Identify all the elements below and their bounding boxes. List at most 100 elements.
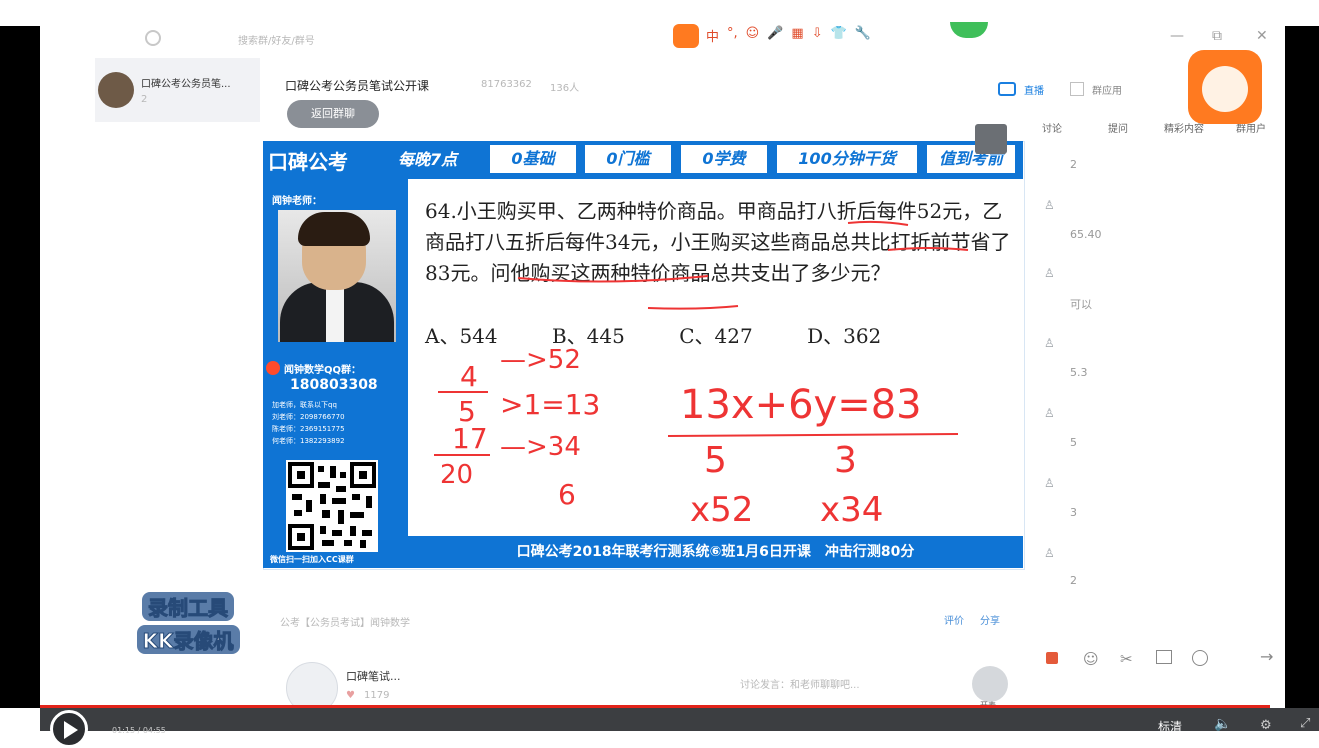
- group-app-icon: [1070, 82, 1084, 96]
- channel-name: 口碑笔试...: [346, 670, 401, 683]
- volume-icon[interactable]: 🔈: [1214, 716, 1231, 732]
- emoji-icon[interactable]: ☺: [746, 26, 760, 45]
- player-controls: [40, 708, 1319, 731]
- watermark-line: KK录像机: [136, 625, 240, 654]
- slide-tag: 0学费: [681, 145, 767, 173]
- letterbox-top: [0, 0, 1319, 26]
- punctuation-icon[interactable]: °,: [727, 26, 738, 45]
- ink-x-value: 5: [704, 440, 727, 481]
- contact-list: 加老师，联系以下qq 刘老师：2098766770 陈老师：2369151775…: [272, 399, 345, 447]
- ink-y-mult: x34: [820, 490, 884, 530]
- shirt-icon[interactable]: 👕: [831, 26, 847, 45]
- chat-message: 3: [1070, 506, 1077, 519]
- user-avatar-icon: ♙: [1044, 198, 1055, 212]
- group-members: 136人: [550, 83, 580, 94]
- download-icon[interactable]: ⇩: [812, 26, 823, 45]
- ink-equation: 13x+6y=83: [680, 382, 922, 428]
- tab-group-apps[interactable]: 群应用: [1092, 82, 1122, 97]
- teacher-label: 闻钟老师：: [272, 196, 322, 207]
- user-avatar-icon: ♙: [1044, 336, 1055, 350]
- slide-tag: 100分钟干货: [777, 145, 917, 173]
- send-arrow-icon[interactable]: →: [1260, 647, 1273, 666]
- slide-brand: 口碑公考: [268, 150, 348, 174]
- mic-button[interactable]: [972, 666, 1008, 702]
- qr-code: [286, 460, 378, 552]
- group-title: 口碑公考公务员笔试公开课: [285, 79, 430, 93]
- group-id: 81763362: [481, 79, 532, 90]
- subtab-discussion[interactable]: 讨论: [1042, 120, 1062, 135]
- ink-f1-num: 4: [460, 360, 478, 393]
- ink-x-mult: x52: [690, 490, 754, 530]
- teacher-photo-shirt: [326, 286, 344, 342]
- fullscreen-icon[interactable]: ⤢: [1300, 716, 1310, 731]
- slide-tag: 每晚7点: [398, 150, 458, 169]
- slide-tag: 0基础: [490, 145, 576, 173]
- restore-button[interactable]: ⧉: [1212, 28, 1222, 44]
- heart-icon: ♥: [346, 690, 355, 701]
- chat-message: 2: [1070, 574, 1077, 587]
- letterbox-left: [0, 0, 40, 708]
- recorder-watermark: 录制工具 KK录像机: [118, 590, 258, 654]
- slide-tag: 0门槛: [585, 145, 671, 173]
- app-logo-icon: [673, 24, 699, 48]
- quality-button[interactable]: 标清: [1158, 718, 1182, 735]
- user-avatar-icon: ♙: [1044, 546, 1055, 560]
- ink-f1-eq: >1=13: [500, 388, 601, 421]
- keyboard-icon[interactable]: ▦: [791, 26, 803, 45]
- wrench-icon[interactable]: 🔧: [855, 26, 871, 45]
- emoji-icon[interactable]: ☺: [1083, 650, 1099, 668]
- rate-link[interactable]: 评价: [944, 612, 964, 627]
- chat-message: 2: [1070, 158, 1077, 171]
- image-icon[interactable]: [1156, 650, 1172, 664]
- mic-icon[interactable]: 🎤: [767, 26, 783, 45]
- scissors-icon[interactable]: ✂: [1120, 650, 1133, 668]
- chat-message: 65.40: [1070, 228, 1102, 241]
- user-avatar-icon: ♙: [1044, 476, 1055, 490]
- clock-icon[interactable]: [1192, 650, 1208, 666]
- play-icon: [64, 721, 78, 739]
- qq-group-number: 180803308: [290, 377, 378, 393]
- channel-likes: 1179: [364, 690, 390, 701]
- contact-line: 何老师：1382293892: [272, 437, 345, 445]
- ink-f2-six: 6: [558, 478, 576, 511]
- contact-line: 陈老师：2369151775: [272, 425, 345, 433]
- chat-message: 5: [1070, 436, 1077, 449]
- letterbox-right: [1285, 0, 1319, 708]
- user-avatar-icon: ♙: [1044, 406, 1055, 420]
- search-input[interactable]: 搜索群/好友/群号: [238, 32, 315, 47]
- refresh-icon[interactable]: [145, 30, 161, 46]
- subtab-questions[interactable]: 提问: [1108, 120, 1128, 135]
- share-link[interactable]: 分享: [980, 612, 1000, 627]
- chat-message: 可以: [1070, 298, 1092, 311]
- ink-f1-arrow: —>52: [500, 345, 581, 375]
- expand-icon[interactable]: [975, 124, 1007, 154]
- breadcrumb: 公考【公务员考试】闻钟数学: [280, 618, 410, 629]
- chat-input[interactable]: 讨论发言：和老师聊聊吧...: [740, 676, 860, 691]
- watermark-line: 录制工具: [142, 592, 234, 621]
- qq-group-label: 闻钟数学QQ群：: [284, 365, 362, 376]
- minimize-button[interactable]: —: [1170, 28, 1184, 44]
- teacher-photo-hair: [298, 212, 370, 246]
- ink-f2-arrow: —>34: [500, 432, 581, 462]
- ink-f2-den: 20: [440, 460, 474, 490]
- ink-f2-num: 17: [452, 422, 488, 455]
- ink-y-value: 3: [834, 440, 857, 481]
- back-to-chat-button[interactable]: 返回群聊: [287, 100, 379, 128]
- qr-caption: 微信扫一扫加入CC课群: [270, 555, 354, 564]
- user-avatar-icon: ♙: [1044, 266, 1055, 280]
- toolbar: 中 °, ☺ 🎤 ▦ ⇩ 👕 🔧: [706, 26, 871, 45]
- slide-footer: 口碑公考2018年联考行测系统⑥班1月6日开课 冲击行测80分: [408, 536, 1023, 568]
- logo-face-icon: [1202, 66, 1248, 112]
- chat-message: 5.3: [1070, 366, 1088, 379]
- sidebar-item-label: 口碑公考公务员笔...: [141, 79, 231, 90]
- tab-live[interactable]: 直播: [1024, 82, 1044, 97]
- gift-icon[interactable]: [1046, 652, 1058, 664]
- arrow-badge-icon: [266, 361, 280, 375]
- group-avatar: [98, 72, 134, 108]
- contact-line: 加老师，联系以下qq: [272, 401, 337, 409]
- live-icon: [998, 82, 1016, 96]
- ime-cn-icon[interactable]: 中: [706, 26, 719, 45]
- contact-line: 刘老师：2098766770: [272, 413, 345, 421]
- close-button[interactable]: ✕: [1256, 28, 1268, 44]
- sidebar-item-count: 2: [141, 94, 148, 105]
